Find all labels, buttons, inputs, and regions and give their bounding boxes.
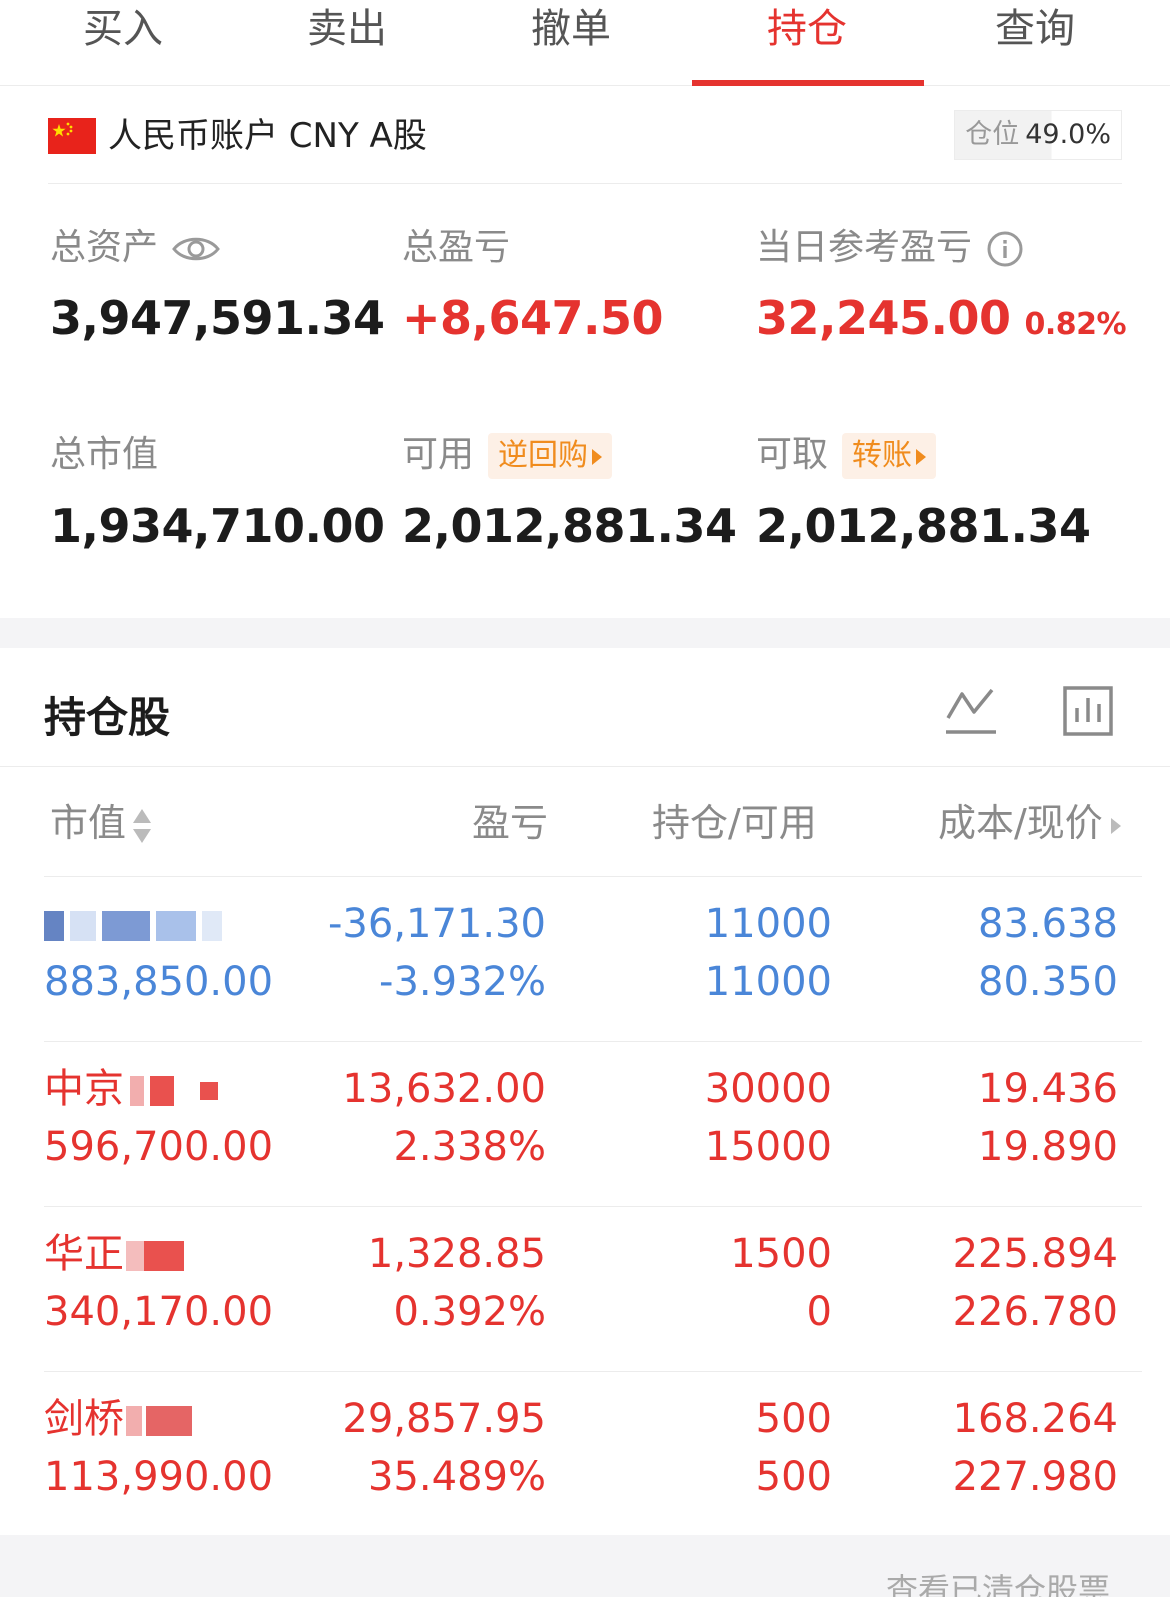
line-chart-icon[interactable] (944, 684, 998, 738)
pnl-percent: 2.338% (393, 1124, 546, 1170)
market-value-block: 总市值 1,934,710.00 (50, 430, 385, 558)
total-assets-value: 3,947,591.34 (50, 291, 385, 345)
reverse-repo-button[interactable]: 逆回购 (488, 433, 613, 479)
position-qty: 500 (755, 1396, 832, 1442)
play-arrow-icon (916, 448, 927, 465)
account-label[interactable]: 人民币账户 CNY A股 (108, 110, 427, 162)
section-divider (0, 618, 1170, 648)
cost-price: 19.436 (978, 1066, 1118, 1112)
total-pnl-label: 总盈亏 (402, 227, 511, 268)
total-pnl-block: 总盈亏 +8,647.50 (402, 224, 664, 350)
sort-icon (133, 808, 152, 843)
current-price: 19.890 (978, 1124, 1118, 1170)
cn-flag-icon (48, 118, 96, 154)
daily-pnl-block: 当日参考盈亏 32,245.00 0.82% (756, 224, 1127, 357)
eye-icon[interactable] (172, 234, 220, 264)
chevron-right-icon (1110, 817, 1121, 834)
cost-price: 168.264 (952, 1396, 1118, 1442)
tab-buy[interactable]: 买入 (8, 0, 238, 58)
current-price: 227.980 (952, 1454, 1118, 1500)
daily-pnl-label: 当日参考盈亏 (756, 227, 973, 268)
cost-price: 83.638 (978, 901, 1118, 947)
cost-price: 225.894 (952, 1231, 1118, 1277)
cleared-positions-link[interactable]: 查看已清仓股票 (886, 1570, 1110, 1597)
table-row[interactable]: 剑桥 113,990.00 29,857.95 35.489% 500 500 … (44, 1371, 1142, 1536)
stock-name: 中京 (44, 1060, 218, 1118)
tab-holdings[interactable]: 持仓 (692, 0, 922, 58)
withdrawable-block: 可取 转账 2,012,881.34 (756, 430, 1091, 558)
market-value: 883,850.00 (44, 959, 274, 1005)
total-assets-block: 总资产 3,947,591.34 (50, 224, 385, 350)
holdings-title: 持仓股 (44, 693, 171, 742)
daily-pnl-value: 32,245.00 (756, 291, 1011, 345)
withdrawable-label: 可取 (756, 434, 829, 475)
pnl-percent: 35.489% (368, 1454, 546, 1500)
market-value-label: 总市值 (50, 434, 159, 475)
trade-tab-bar: 买入 卖出 撤单 持仓 查询 (0, 0, 1170, 86)
position-ratio-badge: 仓位 49.0% (954, 110, 1122, 160)
market-value-value: 1,934,710.00 (50, 499, 385, 553)
current-price: 80.350 (978, 959, 1118, 1005)
current-price: 226.780 (952, 1289, 1118, 1335)
position-qty: 1500 (730, 1231, 832, 1277)
stock-name: 华正 (44, 1225, 184, 1283)
market-value: 113,990.00 (44, 1454, 274, 1500)
play-arrow-icon (592, 448, 603, 465)
position-qty: 30000 (704, 1066, 832, 1112)
tab-cancel-order[interactable]: 撤单 (456, 0, 686, 58)
market-value: 596,700.00 (44, 1124, 274, 1170)
available-qty: 11000 (704, 959, 832, 1005)
available-qty: 0 (806, 1289, 832, 1335)
stock-name: 剑桥 (44, 1390, 192, 1448)
table-row[interactable]: 883,850.00 -36,171.30 -3.932% 11000 1100… (44, 876, 1142, 1041)
market-value: 340,170.00 (44, 1289, 274, 1335)
table-row[interactable]: 中京 596,700.00 13,632.00 2.338% 30000 150… (44, 1041, 1142, 1206)
available-qty: 500 (755, 1454, 832, 1500)
column-header-market-value[interactable]: 市值 (50, 798, 152, 848)
position-ratio-value: 49.0% (1025, 119, 1111, 150)
column-header-cost-price[interactable]: 成本/现价 (938, 798, 1121, 848)
stock-name (44, 895, 222, 953)
available-qty: 15000 (704, 1124, 832, 1170)
daily-pnl-percent: 0.82% (1024, 307, 1127, 342)
account-header: 人民币账户 CNY A股 仓位 49.0% (48, 110, 1122, 184)
withdrawable-value: 2,012,881.34 (756, 499, 1091, 553)
total-pnl-value: +8,647.50 (402, 291, 664, 345)
pnl-value: 1,328.85 (367, 1231, 546, 1277)
available-value: 2,012,881.34 (402, 499, 737, 553)
column-header-pnl: 盈亏 (472, 801, 549, 845)
table-row[interactable]: 华正 340,170.00 1,328.85 0.392% 1500 0 225… (44, 1206, 1142, 1371)
position-qty: 11000 (704, 901, 832, 947)
tab-sell[interactable]: 卖出 (232, 0, 462, 58)
tab-query[interactable]: 查询 (920, 0, 1150, 58)
info-icon[interactable] (986, 230, 1024, 268)
active-tab-indicator (692, 80, 924, 86)
pnl-percent: 0.392% (393, 1289, 546, 1335)
column-header-position: 持仓/可用 (652, 801, 817, 845)
available-label: 可用 (402, 434, 475, 475)
pnl-value: 13,632.00 (342, 1066, 546, 1112)
bar-chart-icon[interactable] (1062, 684, 1114, 738)
pnl-value: 29,857.95 (342, 1396, 546, 1442)
total-assets-label: 总资产 (50, 227, 159, 268)
holdings-header-separator (0, 766, 1170, 767)
pnl-percent: -3.932% (379, 959, 546, 1005)
pnl-value: -36,171.30 (327, 901, 546, 947)
position-ratio-label: 仓位 (965, 119, 1020, 150)
available-block: 可用 逆回购 2,012,881.34 (402, 430, 737, 558)
transfer-button[interactable]: 转账 (842, 433, 937, 479)
